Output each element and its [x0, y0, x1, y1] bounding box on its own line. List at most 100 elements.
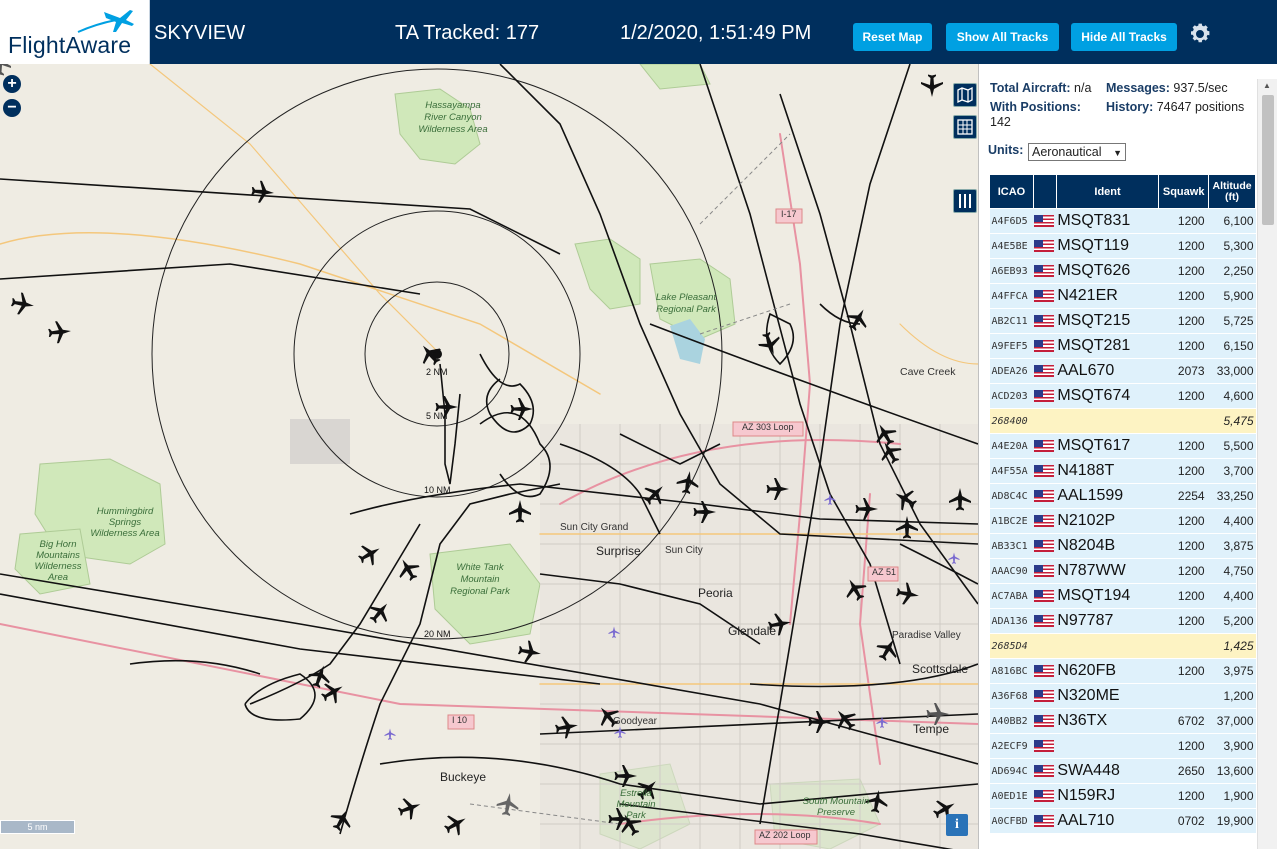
us-flag-icon — [1034, 589, 1055, 602]
range-label-2nm: 2 NM — [426, 367, 448, 377]
us-flag-icon — [1034, 489, 1055, 502]
column-header-flag[interactable] — [1032, 174, 1057, 209]
ident-cell: AAL1599 — [1056, 483, 1159, 509]
us-flag-icon — [1034, 789, 1055, 802]
table-row[interactable]: A1BC2E N2102P 1200 4,400 — [989, 508, 1256, 534]
flag-cell — [1033, 208, 1057, 234]
table-row[interactable]: AB2C11 MSQT215 1200 5,725 — [989, 308, 1256, 334]
table-row[interactable]: A4E20A MSQT617 1200 5,500 — [989, 433, 1256, 459]
gear-icon[interactable] — [1188, 22, 1212, 46]
table-row[interactable]: AD694C SWA448 2650 13,600 — [989, 758, 1256, 784]
table-row[interactable]: A4F55A N4188T 1200 3,700 — [989, 458, 1256, 484]
table-row[interactable]: AAAC90 N787WW 1200 4,750 — [989, 558, 1256, 584]
road-label-az51: AZ 51 — [872, 567, 897, 577]
map-canvas[interactable] — [0, 64, 978, 849]
info-icon[interactable]: i — [946, 814, 968, 836]
column-header-ident[interactable]: Ident — [1055, 174, 1160, 209]
units-select[interactable]: Aeronautical ▼ — [1028, 143, 1126, 161]
table-row[interactable]: A6EB93 MSQT626 1200 2,250 — [989, 258, 1256, 284]
icao-cell: 2685D4 — [989, 633, 1034, 659]
scroll-up-icon[interactable]: ▲ — [1263, 81, 1271, 90]
grid-icon[interactable] — [953, 115, 977, 139]
table-row[interactable]: ACD203 MSQT674 1200 4,600 — [989, 383, 1256, 409]
ident-cell — [1056, 408, 1159, 434]
altitude-cell: 37,000 — [1208, 708, 1256, 734]
zoom-in-button[interactable]: + — [3, 75, 21, 93]
zoom-out-button[interactable]: − — [3, 99, 21, 117]
table-row[interactable]: AC7ABA MSQT194 1200 4,400 — [989, 583, 1256, 609]
table-row[interactable]: 2685D4 1,425 — [989, 633, 1256, 659]
squawk-cell: 1200 — [1158, 233, 1209, 259]
flag-cell — [1033, 558, 1057, 584]
table-row[interactable]: A2ECF9 1200 3,900 — [989, 733, 1256, 759]
map-layers-icon[interactable] — [953, 83, 977, 107]
altitude-cell: 19,900 — [1208, 808, 1256, 834]
icao-cell: A6EB93 — [989, 258, 1034, 284]
columns-icon[interactable] — [953, 189, 977, 213]
reset-map-button[interactable]: Reset Map — [853, 23, 932, 51]
table-row[interactable]: AB33C1 N8204B 1200 3,875 — [989, 533, 1256, 559]
label-cave-creek: Cave Creek — [900, 366, 956, 378]
ident-cell: MSQT626 — [1056, 258, 1159, 284]
squawk-cell: 1200 — [1158, 533, 1209, 559]
messages-stat: Messages: 937.5/sec — [1106, 81, 1228, 95]
table-row[interactable]: A36F68 N320ME 1,200 — [989, 683, 1256, 709]
table-row[interactable]: A816BC N620FB 1200 3,975 — [989, 658, 1256, 684]
tracked-count: TA Tracked: 177 — [395, 22, 540, 44]
squawk-cell: 1200 — [1158, 383, 1209, 409]
us-flag-icon — [1034, 464, 1055, 477]
table-row[interactable]: A4F6D5 MSQT831 1200 6,100 — [989, 208, 1256, 234]
panel-scrollbar[interactable]: ▲ — [1257, 79, 1277, 849]
flag-cell — [1033, 633, 1057, 659]
ident-cell — [1056, 733, 1159, 759]
us-flag-icon — [1034, 439, 1055, 452]
us-flag-icon — [1034, 814, 1055, 827]
road-label-i17: I-17 — [781, 209, 797, 219]
squawk-cell: 2073 — [1158, 358, 1209, 384]
table-row[interactable]: A4FFCA N421ER 1200 5,900 — [989, 283, 1256, 309]
show-all-tracks-button[interactable]: Show All Tracks — [946, 23, 1059, 51]
column-header-altitude[interactable]: Altitude (ft) — [1208, 174, 1256, 209]
altitude-cell: 5,725 — [1208, 308, 1256, 334]
column-header-icao[interactable]: ICAO — [989, 174, 1034, 209]
flag-cell — [1033, 258, 1057, 284]
units-label: Units: — [988, 143, 1024, 157]
ident-cell: MSQT674 — [1056, 383, 1159, 409]
us-flag-icon — [1034, 714, 1055, 727]
road-label-az303: AZ 303 Loop — [742, 422, 794, 432]
app-title: SKYVIEW — [154, 22, 246, 44]
squawk-cell: 1200 — [1158, 258, 1209, 284]
table-row[interactable]: A4E5BE MSQT119 1200 5,300 — [989, 233, 1256, 259]
label-south-mountain: South Mountain Preserve — [802, 796, 870, 818]
map-view[interactable]: Hassayampa River Canyon Wilderness Area … — [0, 64, 978, 849]
scroll-thumb[interactable] — [1262, 95, 1274, 225]
table-row[interactable]: A40BB2 N36TX 6702 37,000 — [989, 708, 1256, 734]
flag-cell — [1033, 283, 1057, 309]
label-paradise-valley: Paradise Valley — [892, 630, 961, 641]
altitude-cell: 1,425 — [1208, 633, 1256, 659]
squawk-cell: 6702 — [1158, 708, 1209, 734]
squawk-cell: 1200 — [1158, 308, 1209, 334]
ident-cell: N787WW — [1056, 558, 1159, 584]
squawk-cell: 2254 — [1158, 483, 1209, 509]
table-row[interactable]: ADA136 N97787 1200 5,200 — [989, 608, 1256, 634]
column-header-squawk[interactable]: Squawk — [1158, 174, 1210, 209]
ident-cell: N421ER — [1056, 283, 1159, 309]
altitude-cell: 5,200 — [1208, 608, 1256, 634]
flag-cell — [1033, 233, 1057, 259]
squawk-cell — [1158, 633, 1209, 659]
table-row[interactable]: ADEA26 AAL670 2073 33,000 — [989, 358, 1256, 384]
table-row[interactable]: A0ED1E N159RJ 1200 1,900 — [989, 783, 1256, 809]
squawk-cell: 1200 — [1158, 783, 1209, 809]
label-hassayampa: Hassayampa River Canyon Wilderness Area — [418, 100, 488, 135]
table-row[interactable]: A0CFBD AAL710 0702 19,900 — [989, 808, 1256, 834]
hide-all-tracks-button[interactable]: Hide All Tracks — [1071, 23, 1177, 51]
icao-cell: A1BC2E — [989, 508, 1034, 534]
ident-cell: N97787 — [1056, 608, 1159, 634]
table-row[interactable]: 268400 5,475 — [989, 408, 1256, 434]
label-hummingbird: Hummingbird Springs Wilderness Area — [90, 506, 160, 539]
altitude-cell: 6,150 — [1208, 333, 1256, 359]
table-row[interactable]: AD8C4C AAL1599 2254 33,250 — [989, 483, 1256, 509]
table-row[interactable]: A9FEF5 MSQT281 1200 6,150 — [989, 333, 1256, 359]
flightaware-logo[interactable]: FlightAware — [0, 0, 150, 64]
